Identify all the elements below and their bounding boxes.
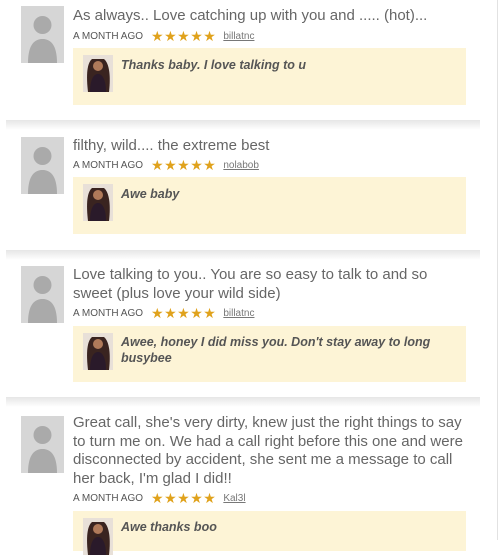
scrollbar-track (497, 0, 498, 540)
rating-stars: ★ ★ ★ ★ ★ (151, 29, 216, 43)
star-icon: ★ (177, 305, 190, 321)
reviewer-avatar-icon (21, 416, 64, 473)
review-date: A MONTH AGO (73, 307, 144, 319)
review-separator (6, 120, 480, 130)
star-icon: ★ (190, 490, 203, 506)
reviewer-username-link[interactable]: billatnc (223, 308, 254, 319)
star-icon: ★ (164, 157, 177, 173)
star-icon: ★ (203, 490, 216, 506)
review-text: filthy, wild.... the extreme best (73, 137, 270, 154)
review-date: A MONTH AGO (73, 159, 144, 171)
review-separator (6, 250, 480, 260)
reply-box: Thanks baby. I love talking to u (73, 48, 466, 105)
reply-text: Awe baby (121, 187, 180, 201)
review-date: A MONTH AGO (73, 492, 144, 504)
rating-stars: ★ ★ ★ ★ ★ (151, 158, 216, 172)
review-item: Great call, she's very dirty, knew just … (6, 397, 480, 555)
performer-avatar (83, 333, 113, 370)
review-separator (6, 397, 480, 407)
reply-text: Awee, honey I did miss you. Don't stay a… (121, 335, 431, 365)
star-icon: ★ (203, 28, 216, 44)
reviewer-username-link[interactable]: nolabob (223, 160, 259, 171)
star-icon: ★ (151, 28, 164, 44)
star-icon: ★ (190, 157, 203, 173)
review-text: Love talking to you.. You are so easy to… (73, 266, 428, 302)
star-icon: ★ (177, 157, 190, 173)
reviewer-username-link[interactable]: billatnc (223, 31, 254, 42)
reply-box: Awee, honey I did miss you. Don't stay a… (73, 326, 466, 382)
performer-avatar (83, 55, 113, 92)
review-text: Great call, she's very dirty, knew just … (73, 414, 463, 487)
review-meta: A MONTH AGO ★ ★ ★ ★ ★ billatnc (73, 306, 254, 320)
star-icon: ★ (190, 28, 203, 44)
performer-avatar (83, 518, 113, 555)
review-item: filthy, wild.... the extreme best A MONT… (6, 120, 480, 248)
review-item: As always.. Love catching up with you an… (6, 0, 480, 118)
review-meta: A MONTH AGO ★ ★ ★ ★ ★ billatnc (73, 29, 254, 43)
star-icon: ★ (177, 28, 190, 44)
reviewer-username-link[interactable]: Kal3l (223, 493, 245, 504)
review-meta: A MONTH AGO ★ ★ ★ ★ ★ nolabob (73, 158, 259, 172)
review-item: Love talking to you.. You are so easy to… (6, 250, 480, 395)
reviewer-avatar-icon (21, 266, 64, 323)
star-icon: ★ (190, 305, 203, 321)
rating-stars: ★ ★ ★ ★ ★ (151, 491, 216, 505)
star-icon: ★ (151, 305, 164, 321)
reply-text: Awe thanks boo (121, 520, 217, 534)
star-icon: ★ (164, 490, 177, 506)
star-icon: ★ (177, 490, 190, 506)
star-icon: ★ (203, 157, 216, 173)
review-text: As always.. Love catching up with you an… (73, 7, 428, 24)
star-icon: ★ (151, 157, 164, 173)
review-date: A MONTH AGO (73, 30, 144, 42)
reviewer-avatar-icon (21, 6, 64, 63)
rating-stars: ★ ★ ★ ★ ★ (151, 306, 216, 320)
review-meta: A MONTH AGO ★ ★ ★ ★ ★ Kal3l (73, 491, 246, 505)
reviewer-avatar-icon (21, 137, 64, 194)
reply-box: Awe baby (73, 177, 466, 234)
star-icon: ★ (164, 305, 177, 321)
star-icon: ★ (203, 305, 216, 321)
star-icon: ★ (164, 28, 177, 44)
reply-text: Thanks baby. I love talking to u (121, 58, 306, 72)
performer-avatar (83, 184, 113, 221)
reply-box: Awe thanks boo (73, 511, 466, 555)
star-icon: ★ (151, 490, 164, 506)
